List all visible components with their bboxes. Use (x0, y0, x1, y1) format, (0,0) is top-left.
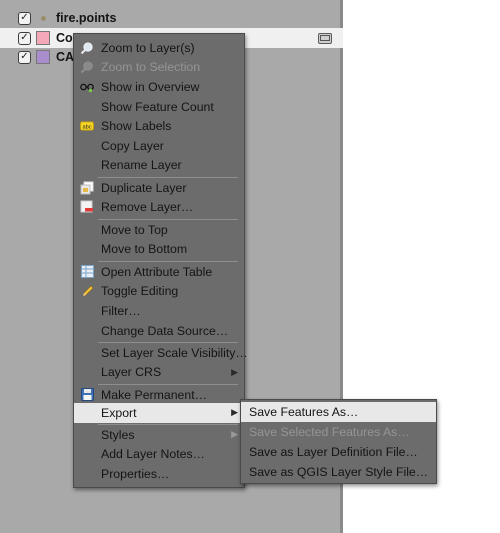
menu-item-properties[interactable]: Properties… (74, 464, 244, 484)
zoom-selection-icon (80, 60, 94, 74)
chevron-right-icon: ▶ (231, 407, 238, 418)
chevron-right-icon: ▶ (231, 366, 238, 377)
menu-item-save-as-qgis-style[interactable]: Save as QGIS Layer Style File… (241, 462, 436, 482)
menu-item-move-to-top[interactable]: Move to Top (74, 220, 244, 240)
pencil-icon (80, 284, 94, 298)
duplicate-layer-icon (80, 181, 94, 195)
export-submenu: Save Features As… Save Selected Features… (240, 399, 437, 484)
layer-name: CA (56, 50, 75, 64)
menu-item-remove-layer[interactable]: Remove Layer… (74, 198, 244, 218)
labels-icon: abc (80, 119, 94, 133)
menu-item-save-as-layer-definition[interactable]: Save as Layer Definition File… (241, 442, 436, 462)
menu-item-move-to-bottom[interactable]: Move to Bottom (74, 240, 244, 260)
zoom-icon (80, 41, 94, 55)
layer-name: Co (56, 31, 73, 45)
layer-row-fire-points[interactable]: ✓ fire.points (0, 8, 343, 28)
menu-item-set-layer-scale-visibility[interactable]: Set Layer Scale Visibility… (74, 343, 248, 363)
menu-item-copy-layer[interactable]: Copy Layer (74, 136, 244, 156)
overview-glasses-icon (80, 80, 94, 94)
polygon-symbol-icon (36, 31, 50, 45)
menu-item-change-data-source[interactable]: Change Data Source… (74, 321, 244, 341)
layer-context-menu: Zoom to Layer(s) Zoom to Selection Show … (73, 33, 248, 488)
menu-item-show-in-overview[interactable]: Show in Overview (74, 77, 244, 97)
layer-indicator-icon[interactable] (318, 32, 332, 44)
menu-item-show-feature-count[interactable]: Show Feature Count (74, 97, 244, 117)
menu-item-rename-layer[interactable]: Rename Layer (74, 156, 244, 176)
layer-name: fire.points (56, 11, 117, 25)
layer-visibility-checkbox[interactable]: ✓ (18, 11, 31, 25)
menu-item-filter[interactable]: Filter… (74, 301, 244, 321)
menu-item-save-selected-features-as[interactable]: Save Selected Features As… (241, 422, 436, 442)
menu-item-toggle-editing[interactable]: Toggle Editing (74, 282, 244, 302)
menu-item-duplicate-layer[interactable]: Duplicate Layer (74, 178, 244, 198)
menu-item-zoom-to-selection[interactable]: Zoom to Selection (74, 58, 244, 78)
layer-visibility-checkbox[interactable]: ✓ (18, 31, 31, 45)
chevron-right-icon: ▶ (231, 429, 238, 440)
table-icon (80, 265, 94, 279)
remove-layer-icon (80, 200, 94, 214)
save-disk-icon (80, 388, 94, 402)
menu-item-open-attribute-table[interactable]: Open Attribute Table (74, 262, 244, 282)
menu-item-zoom-to-layer[interactable]: Zoom to Layer(s) (74, 38, 244, 58)
menu-item-styles[interactable]: Styles ▶ (74, 425, 244, 445)
menu-item-save-features-as[interactable]: Save Features As… (241, 402, 436, 422)
point-symbol-icon (41, 15, 46, 21)
menu-item-make-permanent[interactable]: Make Permanent… (74, 385, 244, 405)
svg-text:abc: abc (82, 125, 91, 131)
polygon-symbol-icon (36, 50, 50, 64)
menu-item-layer-crs[interactable]: Layer CRS ▶ (74, 363, 244, 383)
menu-item-export[interactable]: Export ▶ (74, 403, 244, 423)
menu-item-show-labels[interactable]: abc Show Labels (74, 116, 244, 136)
menu-item-add-layer-notes[interactable]: Add Layer Notes… (74, 445, 244, 465)
layer-visibility-checkbox[interactable]: ✓ (18, 50, 31, 64)
